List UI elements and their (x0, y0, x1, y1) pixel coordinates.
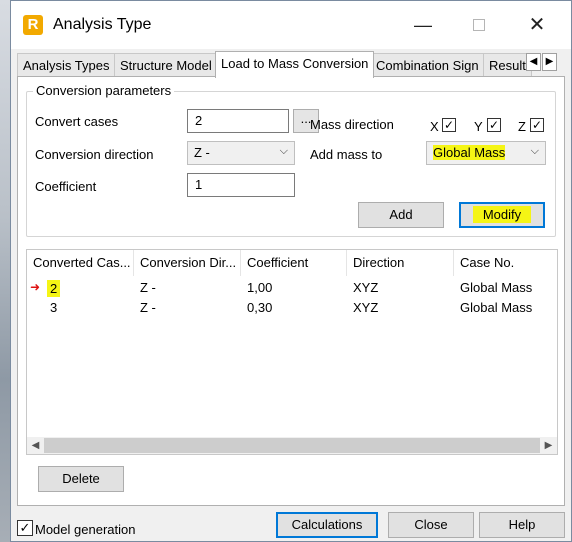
close-window-button[interactable]: ✕ (525, 13, 549, 37)
help-button[interactable]: Help (479, 512, 565, 538)
tab-analysis-types[interactable]: Analysis Types (17, 53, 116, 77)
column-header-direction[interactable]: Direction (347, 250, 454, 276)
analysis-type-dialog: R Analysis Type — ✕ Analysis Types Struc… (10, 0, 572, 542)
horizontal-scrollbar[interactable]: ◀ ▶ (27, 437, 557, 454)
scroll-left-icon[interactable]: ◀ (27, 438, 44, 453)
column-header-case-no[interactable]: Case No. (454, 250, 559, 276)
row2-coefficient[interactable]: 0,30 (247, 300, 272, 315)
add-mass-to-label: Add mass to (310, 147, 383, 162)
convert-cases-input[interactable]: 2 (187, 109, 289, 133)
checkmark-icon: ✓ (443, 118, 455, 132)
row1-coefficient[interactable]: 1,00 (247, 280, 272, 295)
checkmark-icon: ✓ (488, 118, 500, 132)
delete-button[interactable]: Delete (38, 466, 124, 492)
tab-scroll-left-button[interactable]: ◀ (526, 53, 541, 71)
minimize-button[interactable]: — (411, 13, 435, 37)
column-header-converted-case[interactable]: Converted Cas... (27, 250, 134, 276)
convert-cases-label: Convert cases (35, 114, 119, 129)
tab-combination-sign[interactable]: Combination Sign (370, 53, 485, 77)
conversion-direction-select[interactable]: Z - ⌵ (187, 141, 295, 165)
model-generation-label: Model generation (35, 522, 136, 537)
row1-direction[interactable]: XYZ (353, 280, 378, 295)
row2-direction[interactable]: XYZ (353, 300, 378, 315)
window-title: Analysis Type (53, 16, 152, 33)
row2-case-no[interactable]: Global Mass (460, 300, 532, 315)
add-mass-to-select[interactable]: Global Mass ⌵ (426, 141, 546, 165)
scroll-right-icon[interactable]: ▶ (540, 438, 557, 453)
tab-result[interactable]: Result (483, 53, 532, 77)
close-icon: ✕ (528, 14, 546, 36)
conversion-direction-label: Conversion direction (35, 147, 154, 162)
group-title: Conversion parameters (33, 83, 175, 98)
revit-app-icon: R (23, 15, 43, 35)
tab-structure-model[interactable]: Structure Model (114, 53, 218, 77)
mass-direction-y-label: Y (474, 119, 483, 134)
add-button[interactable]: Add (358, 202, 444, 228)
tab-scroll-right-button[interactable]: ▶ (542, 53, 557, 71)
model-generation-checkbox[interactable]: ✓ (17, 520, 33, 536)
coefficient-label: Coefficient (35, 179, 97, 194)
maximize-icon (473, 19, 485, 31)
scrollbar-thumb[interactable] (44, 438, 540, 453)
calculations-button[interactable]: Calculations (276, 512, 378, 538)
minimize-icon: — (414, 15, 432, 35)
column-header-coefficient[interactable]: Coefficient (241, 250, 347, 276)
tab-load-to-mass-conversion[interactable]: Load to Mass Conversion (215, 51, 375, 78)
mass-direction-y-checkbox[interactable]: ✓ (487, 118, 501, 132)
row1-conversion-direction[interactable]: Z - (140, 280, 156, 295)
add-mass-to-value: Global Mass (433, 145, 506, 160)
mass-direction-x-label: X (430, 119, 439, 134)
chevron-down-icon: ⌵ (279, 145, 288, 157)
mass-direction-z-label: Z (518, 119, 526, 134)
title-bar: R Analysis Type — ✕ (11, 1, 571, 49)
row2-conversion-direction[interactable]: Z - (140, 300, 156, 315)
mass-direction-x-checkbox[interactable]: ✓ (442, 118, 456, 132)
modify-button-label: Modify (472, 206, 532, 223)
chevron-down-icon: ⌵ (530, 145, 539, 157)
row2-converted-case[interactable]: 3 (50, 300, 57, 315)
mass-direction-label: Mass direction (310, 117, 394, 132)
mass-direction-z-checkbox[interactable]: ✓ (530, 118, 544, 132)
checkmark-icon: ✓ (19, 520, 31, 535)
row-pointer-arrow-icon: ➜ (30, 280, 41, 294)
arrow-left-icon: ◀ (529, 56, 538, 67)
maximize-button[interactable] (467, 13, 491, 37)
conversion-table: Converted Cas... Conversion Dir... Coeff… (26, 249, 558, 455)
tab-panel: Conversion parameters Convert cases 2 ..… (17, 76, 565, 506)
row1-case-no[interactable]: Global Mass (460, 280, 532, 295)
tab-bar: Analysis Types Structure Model Load to M… (11, 51, 571, 78)
close-button[interactable]: Close (388, 512, 474, 538)
conversion-parameters-group: Conversion parameters Convert cases 2 ..… (26, 83, 556, 237)
conversion-direction-value: Z - (194, 145, 210, 160)
column-header-conversion-direction[interactable]: Conversion Dir... (134, 250, 241, 276)
checkmark-icon: ✓ (531, 118, 543, 132)
coefficient-input[interactable]: 1 (187, 173, 295, 197)
arrow-right-icon: ▶ (545, 56, 554, 67)
row1-converted-case[interactable]: 2 (47, 280, 61, 297)
modify-button[interactable]: Modify (459, 202, 545, 228)
